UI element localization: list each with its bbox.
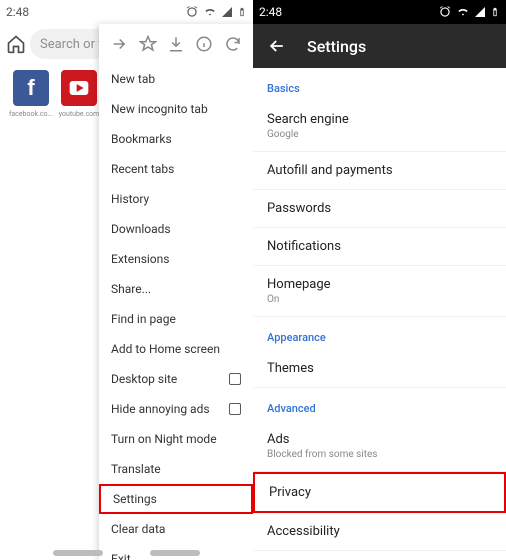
settings-item[interactable]: Accessibility (253, 513, 506, 551)
settings-item-sub: Google (267, 129, 492, 140)
back-icon[interactable] (267, 36, 287, 56)
menu-item-label: Bookmarks (111, 132, 172, 146)
section-header: Appearance (253, 317, 506, 350)
menu-item[interactable]: Bookmarks (99, 124, 253, 154)
settings-item[interactable]: Notifications (253, 228, 506, 266)
menu-items-list: New tab New incognito tab Bookmarks Recent … (99, 64, 253, 560)
settings-item[interactable]: Passwords (253, 190, 506, 228)
menu-item[interactable]: New incognito tab (99, 94, 253, 124)
settings-item-label: Notifications (267, 239, 492, 254)
tile-youtube[interactable]: youtube.com (58, 70, 100, 118)
menu-item-label: Extensions (111, 252, 169, 266)
menu-item-label: New incognito tab (111, 102, 208, 116)
menu-item[interactable]: History (99, 184, 253, 214)
menu-icon-row (99, 24, 253, 64)
status-icons (185, 5, 247, 19)
section-header: Basics (253, 68, 506, 101)
menu-item[interactable]: New tab (99, 64, 253, 94)
settings-item[interactable]: Downloads (253, 551, 506, 560)
android-navbar (0, 550, 253, 556)
alarm-icon (438, 5, 452, 19)
settings-item[interactable]: Search engine Google (253, 101, 506, 152)
menu-item-label: Turn on Night mode (111, 432, 217, 446)
menu-item-label: Find in page (111, 312, 176, 326)
settings-item-label: Search engine (267, 112, 492, 127)
settings-item-label: Passwords (267, 201, 492, 216)
signal-icon (221, 6, 233, 18)
menu-item-label: Settings (113, 492, 157, 506)
settings-item-label: Autofill and payments (267, 163, 492, 178)
menu-item[interactable]: Translate (99, 454, 253, 484)
tile-caption: facebook.co... (9, 110, 53, 118)
menu-item-label: Desktop site (111, 372, 177, 386)
menu-item[interactable]: Desktop site (99, 364, 253, 394)
forward-icon[interactable] (110, 35, 128, 53)
right-phone: 2:48 Settings Basics Search engine Google A… (253, 0, 506, 560)
settings-item-sub: On (267, 294, 492, 305)
menu-item-label: History (111, 192, 149, 206)
status-icons (438, 5, 500, 19)
tile-caption: youtube.com (59, 110, 100, 118)
alarm-icon (185, 5, 199, 19)
settings-item[interactable]: Autofill and payments (253, 152, 506, 190)
menu-item-label: Share... (111, 282, 151, 296)
settings-header: Settings (253, 24, 506, 68)
nav-button[interactable] (150, 550, 200, 556)
wifi-icon (203, 5, 217, 19)
battery-icon (490, 5, 500, 19)
reload-icon[interactable] (224, 35, 242, 53)
wifi-icon (456, 5, 470, 19)
menu-item-label: Hide annoying ads (111, 402, 210, 416)
menu-item[interactable]: Add to Home screen (99, 334, 253, 364)
menu-item[interactable]: Turn on Night mode (99, 424, 253, 454)
menu-item-label: Recent tabs (111, 162, 174, 176)
settings-item-sub: Blocked from some sites (267, 449, 492, 460)
download-icon[interactable] (167, 35, 185, 53)
settings-list: Basics Search engine Google Autofill and pa… (253, 68, 506, 560)
status-time: 2:48 (259, 5, 282, 19)
menu-item-label: New tab (111, 72, 155, 86)
battery-icon (237, 5, 247, 19)
star-icon[interactable] (139, 35, 157, 53)
status-bar: 2:48 (0, 0, 253, 24)
menu-item[interactable]: Downloads (99, 214, 253, 244)
status-time: 2:48 (6, 5, 29, 19)
menu-item[interactable]: Extensions (99, 244, 253, 274)
menu-item-label: Downloads (111, 222, 171, 236)
info-icon[interactable] (195, 35, 213, 53)
menu-item[interactable]: Settings (99, 484, 253, 514)
menu-item[interactable]: Share... (99, 274, 253, 304)
settings-item[interactable]: Privacy (253, 472, 506, 513)
signal-icon (474, 6, 486, 18)
tile-facebook[interactable]: f facebook.co... (10, 70, 52, 118)
menu-item-label: Translate (111, 462, 161, 476)
menu-item[interactable]: Hide annoying ads (99, 394, 253, 424)
checkbox-icon[interactable] (229, 373, 241, 385)
settings-item[interactable]: Ads Blocked from some sites (253, 421, 506, 472)
settings-item-label: Homepage (267, 277, 492, 292)
status-bar: 2:48 (253, 0, 506, 24)
menu-item-label: Clear data (111, 522, 165, 536)
section-header: Advanced (253, 388, 506, 421)
menu-item-label: Add to Home screen (111, 342, 220, 356)
settings-item-label: Themes (267, 361, 492, 376)
checkbox-icon[interactable] (229, 403, 241, 415)
overflow-menu: New tab New incognito tab Bookmarks Recent … (99, 24, 253, 560)
left-phone: 2:48 Search or type w f facebook.co... y… (0, 0, 253, 560)
home-icon[interactable] (6, 34, 26, 54)
nav-button[interactable] (53, 550, 103, 556)
settings-item-label: Privacy (269, 485, 490, 500)
menu-item[interactable]: Clear data (99, 514, 253, 544)
youtube-icon (61, 70, 97, 106)
settings-item-label: Accessibility (267, 524, 492, 539)
page-title: Settings (307, 37, 366, 56)
settings-item[interactable]: Themes (253, 350, 506, 388)
menu-item[interactable]: Recent tabs (99, 154, 253, 184)
menu-item[interactable]: Find in page (99, 304, 253, 334)
facebook-icon: f (13, 70, 49, 106)
settings-item-label: Ads (267, 432, 492, 447)
settings-item[interactable]: Homepage On (253, 266, 506, 317)
